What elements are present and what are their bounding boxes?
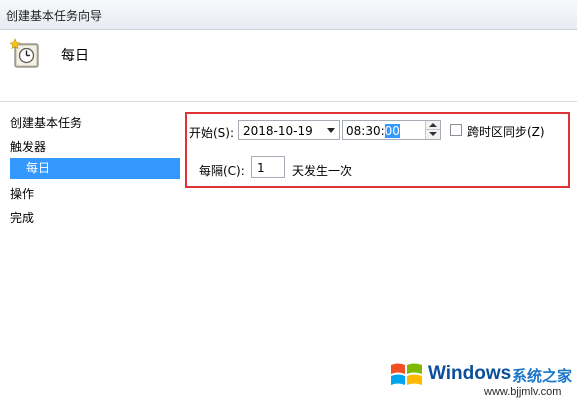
watermark-brand: Windows xyxy=(428,363,512,384)
window-title: 创建基本任务向导 xyxy=(6,9,103,23)
dropdown-arrow-icon[interactable] xyxy=(327,128,335,133)
nav-item-create-basic-task[interactable]: 创建基本任务 xyxy=(10,114,82,131)
nav-item-trigger[interactable]: 触发器 xyxy=(10,138,46,155)
watermark-site-url: www.bjjmlv.com xyxy=(484,386,562,398)
start-time-value: 08:30:00 xyxy=(346,124,400,138)
windows-logo-icon xyxy=(391,363,422,385)
time-spinner[interactable] xyxy=(425,121,440,139)
every-suffix-label: 天发生一次 xyxy=(292,164,353,178)
spin-up-button[interactable] xyxy=(426,121,440,130)
start-time-input[interactable]: 08:30:00 xyxy=(342,120,441,140)
start-time-selected-seconds: 00 xyxy=(384,124,400,138)
nav-item-action[interactable]: 操作 xyxy=(10,185,34,202)
clock-icon xyxy=(10,38,39,68)
sync-timezone-checkbox[interactable] xyxy=(450,124,462,136)
page-title: 每日 xyxy=(61,48,89,64)
site-watermark: Windows 系统之家 www.bjjmlv.com xyxy=(380,350,577,404)
start-date-picker[interactable]: 2018-10-19 xyxy=(238,120,340,140)
start-label: 开始(S): xyxy=(189,126,235,140)
arrow-down-icon xyxy=(429,132,437,136)
wizard-header: 每日 xyxy=(0,30,577,102)
watermark-site-name: 系统之家 xyxy=(512,367,573,385)
nav-item-finish[interactable]: 完成 xyxy=(10,209,34,226)
recur-days-value: 1 xyxy=(257,161,265,175)
title-bar: 创建基本任务向导 xyxy=(0,0,577,30)
arrow-up-icon xyxy=(429,123,437,127)
wizard-steps-nav: 创建基本任务 触发器 每日 操作 完成 xyxy=(0,102,182,404)
spin-down-button[interactable] xyxy=(426,130,440,139)
recur-days-input[interactable]: 1 xyxy=(251,156,285,178)
nav-item-daily[interactable]: 每日 xyxy=(10,158,180,179)
every-label: 每隔(C): xyxy=(199,164,245,178)
start-date-value: 2018-10-19 xyxy=(243,124,313,138)
daily-settings-panel: 开始(S): 2018-10-19 08:30:00 跨时区同步(Z) 每隔(C… xyxy=(185,112,570,188)
sync-timezone-label[interactable]: 跨时区同步(Z) xyxy=(467,123,545,140)
